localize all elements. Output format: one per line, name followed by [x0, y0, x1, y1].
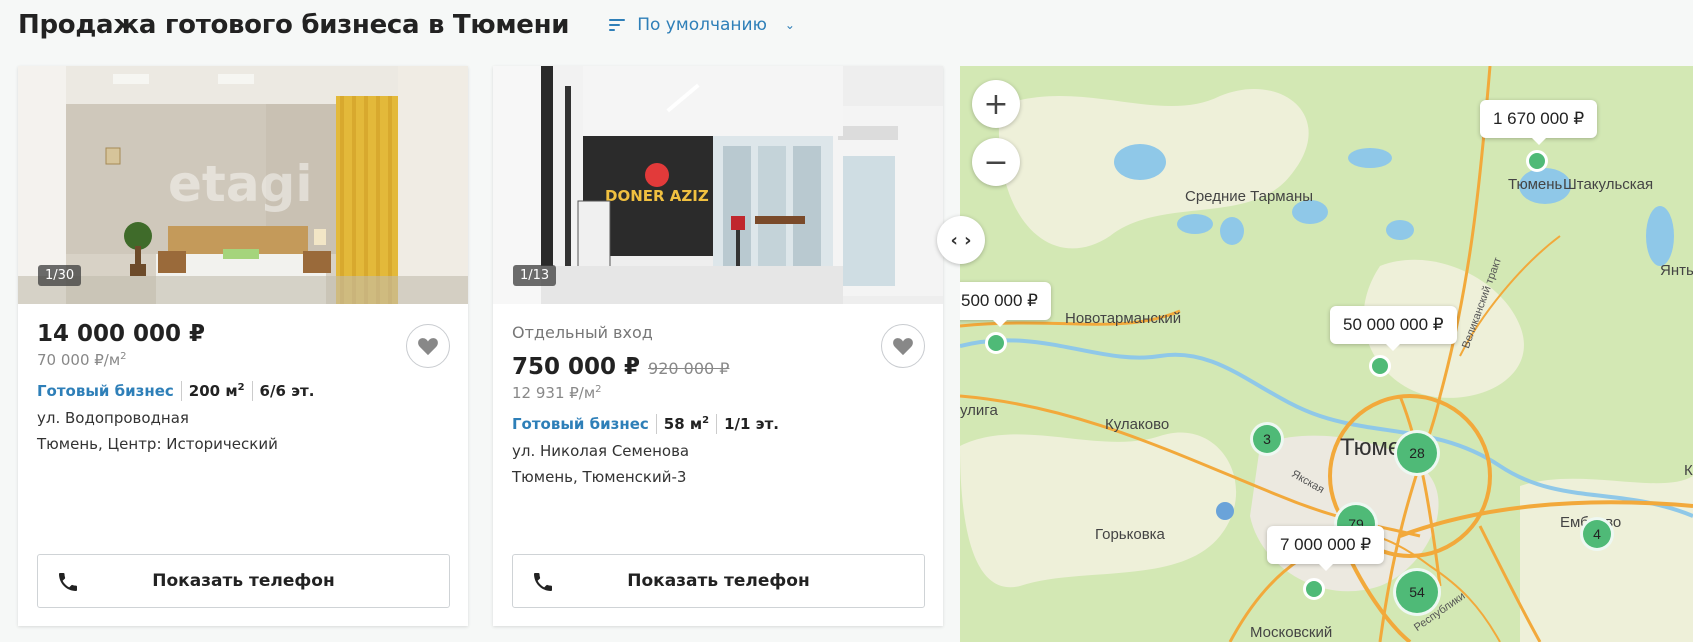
map-marker[interactable] — [985, 332, 1007, 354]
listing-price[interactable]: 750 000 ₽920 000 ₽ — [512, 354, 863, 380]
listing-feature: Отдельный вход — [512, 323, 653, 342]
map-marker[interactable] — [1369, 355, 1391, 377]
map-price-label[interactable]: 50 000 000 ₽ — [1330, 306, 1457, 351]
sort-dropdown[interactable]: По умолчанию ⌄ — [609, 15, 795, 35]
map-cluster[interactable]: 3 — [1250, 422, 1284, 456]
sort-label: По умолчанию — [637, 15, 767, 35]
map-price-label[interactable]: 7 000 000 ₽ — [1267, 526, 1385, 571]
listing-category[interactable]: Готовый бизнес — [512, 415, 649, 433]
page-title: Продажа готового бизнеса в Тюмени — [18, 10, 570, 40]
price-per-meter: 70 000 ₽/м2 — [37, 351, 127, 369]
listing-street: ул. Водопроводная — [37, 409, 189, 427]
map-place-label: Горьковка — [1095, 526, 1165, 543]
map-place-label: улига — [960, 402, 998, 419]
listing-info: Отдельный вход 750 000 ₽920 000 ₽ 12 931… — [512, 321, 863, 486]
show-phone-button[interactable]: Показать телефон — [512, 554, 925, 608]
photo-watermark: etagi — [168, 155, 312, 213]
map-price-label[interactable]: 500 000 ₽ — [960, 282, 1051, 327]
divider — [180, 381, 182, 401]
phone-icon — [59, 573, 77, 591]
map-place-label: Московский — [1250, 624, 1333, 641]
map-place-label: К — [1684, 462, 1693, 479]
zoom-out-button[interactable]: − — [972, 138, 1020, 186]
listing-category[interactable]: Готовый бизнес — [37, 382, 174, 400]
map-place-label: Средние Тарманы — [1185, 188, 1314, 205]
listing-photo[interactable]: DONER AZIZ 1/13 — [493, 66, 943, 304]
listing-info: 14 000 000 ₽ 70 000 ₽/м2 Готовый бизнес … — [37, 321, 388, 453]
listing-price[interactable]: 14 000 000 ₽ — [37, 321, 388, 347]
photo-counter: 1/13 — [513, 265, 557, 286]
map-place-label: Штакульская — [1563, 176, 1654, 193]
divider — [655, 414, 657, 434]
listing-area: 200 м2 — [188, 382, 245, 400]
plus-icon: + — [983, 86, 1009, 122]
divider — [716, 414, 718, 434]
price-per-meter: 12 931 ₽/м2 — [512, 384, 602, 402]
chevron-down-icon: ⌄ — [784, 18, 795, 32]
zoom-in-button[interactable]: + — [972, 80, 1020, 128]
show-phone-label: Показать телефон — [627, 571, 810, 591]
map[interactable]: Средние Тарманы Тюмень Штакульская Новот… — [960, 66, 1693, 642]
listing-area: 58 м2 — [663, 415, 710, 433]
map-place-label: Новотарманский — [1065, 310, 1182, 327]
map-cluster[interactable]: 54 — [1393, 568, 1441, 616]
phone-icon — [534, 573, 552, 591]
listing-floor: 6/6 эт. — [259, 382, 315, 400]
listing-floor: 1/1 эт. — [724, 415, 779, 433]
listing-params: Готовый бизнес 200 м2 6/6 эт. — [37, 381, 388, 401]
listing-district: Тюмень, Тюменский-3 — [512, 468, 687, 486]
listing-card[interactable]: etagi 1/30 14 000 000 ₽ 70 000 ₽/м2 Гото… — [18, 66, 468, 626]
old-price: 920 000 ₽ — [648, 359, 730, 378]
map-marker[interactable] — [1526, 150, 1548, 172]
map-price-label[interactable]: 1 670 000 ₽ — [1480, 100, 1598, 145]
page-header: Продажа готового бизнеса в Тюмени По умо… — [18, 0, 795, 50]
favorite-button[interactable] — [881, 324, 925, 368]
minus-icon: − — [983, 144, 1009, 180]
listing-district: Тюмень, Центр: Исторический — [37, 435, 278, 453]
divider — [251, 381, 253, 401]
map-marker[interactable] — [1303, 578, 1325, 600]
sort-icon — [609, 18, 626, 32]
map-cluster[interactable]: 4 — [1580, 517, 1614, 551]
map-place-label: Тюмень — [1508, 176, 1563, 193]
listing-card[interactable]: DONER AZIZ 1/13 Отдельный вход 750 000 ₽… — [493, 66, 943, 626]
heart-icon — [418, 338, 438, 356]
map-toggle-button[interactable]: ‹ › — [937, 216, 985, 264]
show-phone-label: Показать телефон — [152, 571, 335, 591]
show-phone-button[interactable]: Показать телефон — [37, 554, 450, 608]
map-place-label: Кулаково — [1105, 416, 1170, 433]
listing-params: Готовый бизнес 58 м2 1/1 эт. — [512, 414, 863, 434]
favorite-button[interactable] — [406, 324, 450, 368]
photo-counter: 1/30 — [38, 265, 82, 286]
shop-sign: DONER AZIZ — [605, 187, 709, 205]
listing-street: ул. Николая Семенова — [512, 442, 690, 460]
listing-photo[interactable]: etagi 1/30 — [18, 66, 468, 304]
map-place-label: Янть — [1660, 262, 1693, 279]
map-cluster[interactable]: 28 — [1394, 430, 1440, 476]
heart-icon — [893, 338, 913, 356]
